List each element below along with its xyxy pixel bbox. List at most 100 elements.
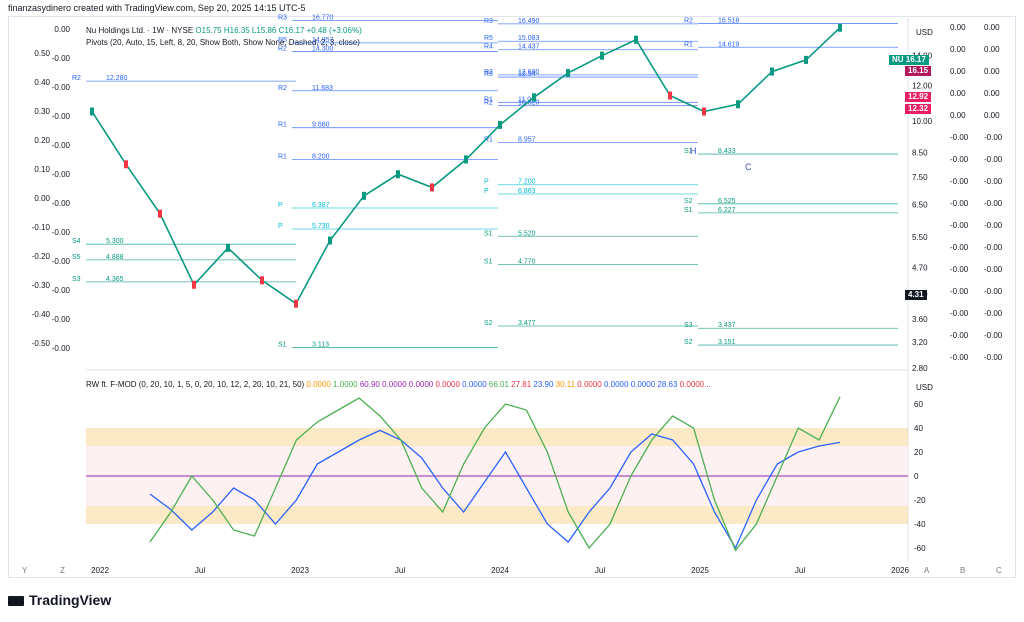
right-axis-label: -0.00 bbox=[950, 199, 969, 208]
pivot-tag: R3 bbox=[484, 18, 493, 25]
pivot-tag: S1 bbox=[484, 230, 493, 237]
x-axis-label: Jul bbox=[395, 566, 405, 575]
price-chart[interactable]: R519.342R316.770R514.957R214.300R211.683… bbox=[0, 0, 1024, 622]
price-candle bbox=[362, 191, 366, 200]
right-axis-label: -0.00 bbox=[984, 243, 1003, 252]
pivot-tag: R5 bbox=[278, 37, 287, 44]
right-axis-label: -0.00 bbox=[984, 199, 1003, 208]
wave-label-c: C bbox=[745, 162, 752, 172]
osc-axis-label: -20 bbox=[914, 496, 926, 505]
x-axis-label: 2022 bbox=[91, 566, 109, 575]
pivot-value: 3.151 bbox=[718, 339, 736, 346]
pivot-value: 3.477 bbox=[518, 320, 536, 327]
left-axis-label: -0.40 bbox=[32, 310, 51, 319]
pivot-tag: S5 bbox=[72, 254, 81, 261]
price-axis-label: 7.50 bbox=[912, 173, 928, 182]
pivot-value: 12.54 bbox=[518, 71, 536, 78]
price-candle bbox=[600, 51, 604, 60]
x-axis-label: 2024 bbox=[491, 566, 509, 575]
pivot-tag: P bbox=[484, 188, 489, 195]
right-axis-label: -0.00 bbox=[984, 265, 1003, 274]
price-candle bbox=[430, 183, 434, 192]
price-axis-label: 6.50 bbox=[912, 201, 928, 210]
pivot-value: 12.280 bbox=[106, 75, 128, 82]
left-axis-label: 0.50 bbox=[34, 49, 50, 58]
price-candle bbox=[124, 160, 128, 169]
left-axis-label: 0.30 bbox=[34, 107, 50, 116]
left-axis2-label: -0.00 bbox=[52, 257, 71, 266]
pivot-tag: R2 bbox=[484, 100, 493, 107]
pivot-tag: S1 bbox=[484, 259, 493, 266]
x-axis-label: Jul bbox=[795, 566, 805, 575]
pivot-tag: R2 bbox=[278, 46, 287, 53]
pivot-value: 6.387 bbox=[312, 202, 330, 209]
left-axis-label: -0.10 bbox=[32, 223, 51, 232]
pivot-tag: R2 bbox=[278, 85, 287, 92]
right-axis-label: -0.00 bbox=[950, 265, 969, 274]
right-axis-label: -0.00 bbox=[950, 177, 969, 186]
osc-axis-label: -60 bbox=[914, 544, 926, 553]
pivot-value: 4.770 bbox=[518, 259, 536, 266]
price-axis-label: 10.00 bbox=[912, 117, 933, 126]
price-candle bbox=[226, 243, 230, 252]
osc-axis-label: -40 bbox=[914, 520, 926, 529]
right-axis-label: 0.00 bbox=[950, 45, 966, 54]
right-axis-label: 0.00 bbox=[984, 45, 1000, 54]
price-axis-label: 3.60 bbox=[912, 315, 928, 324]
pivot-tag: R3 bbox=[484, 71, 493, 78]
pivot-value: 7.200 bbox=[518, 179, 536, 186]
right-axis-label: 0.00 bbox=[950, 89, 966, 98]
left-axis2-label: -0.00 bbox=[52, 315, 71, 324]
pivot-value: 5.300 bbox=[106, 238, 124, 245]
corner-letter-b: B bbox=[960, 566, 966, 575]
osc-axis-label: 40 bbox=[914, 424, 923, 433]
price-axis-label: 5.50 bbox=[912, 233, 928, 242]
pivot-tag: S2 bbox=[684, 339, 693, 346]
pivot-value: 16.490 bbox=[518, 18, 540, 25]
pivot-value: 3.437 bbox=[718, 322, 736, 329]
osc-axis-label: 60 bbox=[914, 400, 923, 409]
pivot-value: 14.957 bbox=[312, 37, 334, 44]
left-axis-label: 0.40 bbox=[34, 78, 50, 87]
osc-axis-label: 0 bbox=[914, 472, 919, 481]
right-axis-label: -0.00 bbox=[984, 287, 1003, 296]
right-axis-label: 0.00 bbox=[984, 23, 1000, 32]
pivot-tag: S2 bbox=[684, 198, 693, 205]
overbought-zone bbox=[86, 428, 908, 446]
pivot-tag: P bbox=[484, 179, 489, 186]
x-axis-label: Jul bbox=[595, 566, 605, 575]
pivot-tag: P bbox=[278, 223, 283, 230]
brand-name: TradingView bbox=[29, 592, 112, 608]
price-candle bbox=[192, 280, 196, 289]
right-axis-label: 0.00 bbox=[950, 23, 966, 32]
pivot-value: 14.619 bbox=[718, 41, 740, 48]
right-axis-label: 0.00 bbox=[984, 67, 1000, 76]
right-axis-label: -0.00 bbox=[984, 221, 1003, 230]
price-candle bbox=[498, 120, 502, 129]
price-tag-1: 16.15 bbox=[905, 66, 932, 76]
corner-letter-a: A bbox=[924, 566, 930, 575]
price-tag-0: NU 16.17 bbox=[889, 55, 929, 65]
left-axis2-label: -0.00 bbox=[52, 228, 71, 237]
pivot-tag: R4 bbox=[484, 44, 493, 51]
pivot-tag: S2 bbox=[484, 320, 493, 327]
pivot-value: 5.520 bbox=[518, 230, 536, 237]
price-candle bbox=[566, 69, 570, 78]
pivot-value: 11.683 bbox=[312, 85, 333, 92]
pivot-tag: R1 bbox=[278, 153, 287, 160]
pivot-value: 16.518 bbox=[718, 18, 740, 25]
pivot-value: 4.888 bbox=[106, 254, 124, 261]
pivot-value: 14.300 bbox=[312, 46, 334, 53]
right-axis-label: -0.00 bbox=[984, 133, 1003, 142]
price-candle bbox=[736, 100, 740, 109]
corner-letter-y: Y bbox=[22, 566, 28, 575]
pivot-tag: S3 bbox=[72, 276, 81, 283]
x-axis-label: 2023 bbox=[291, 566, 309, 575]
pivot-value: 14.437 bbox=[518, 44, 540, 51]
price-candle bbox=[396, 170, 400, 179]
right-axis-label: -0.00 bbox=[984, 309, 1003, 318]
osc-axis-label: 20 bbox=[914, 448, 923, 457]
left-axis-label: 0.20 bbox=[34, 136, 50, 145]
left-axis2-label: -0.00 bbox=[52, 141, 71, 150]
left-axis-label: -0.20 bbox=[32, 252, 51, 261]
